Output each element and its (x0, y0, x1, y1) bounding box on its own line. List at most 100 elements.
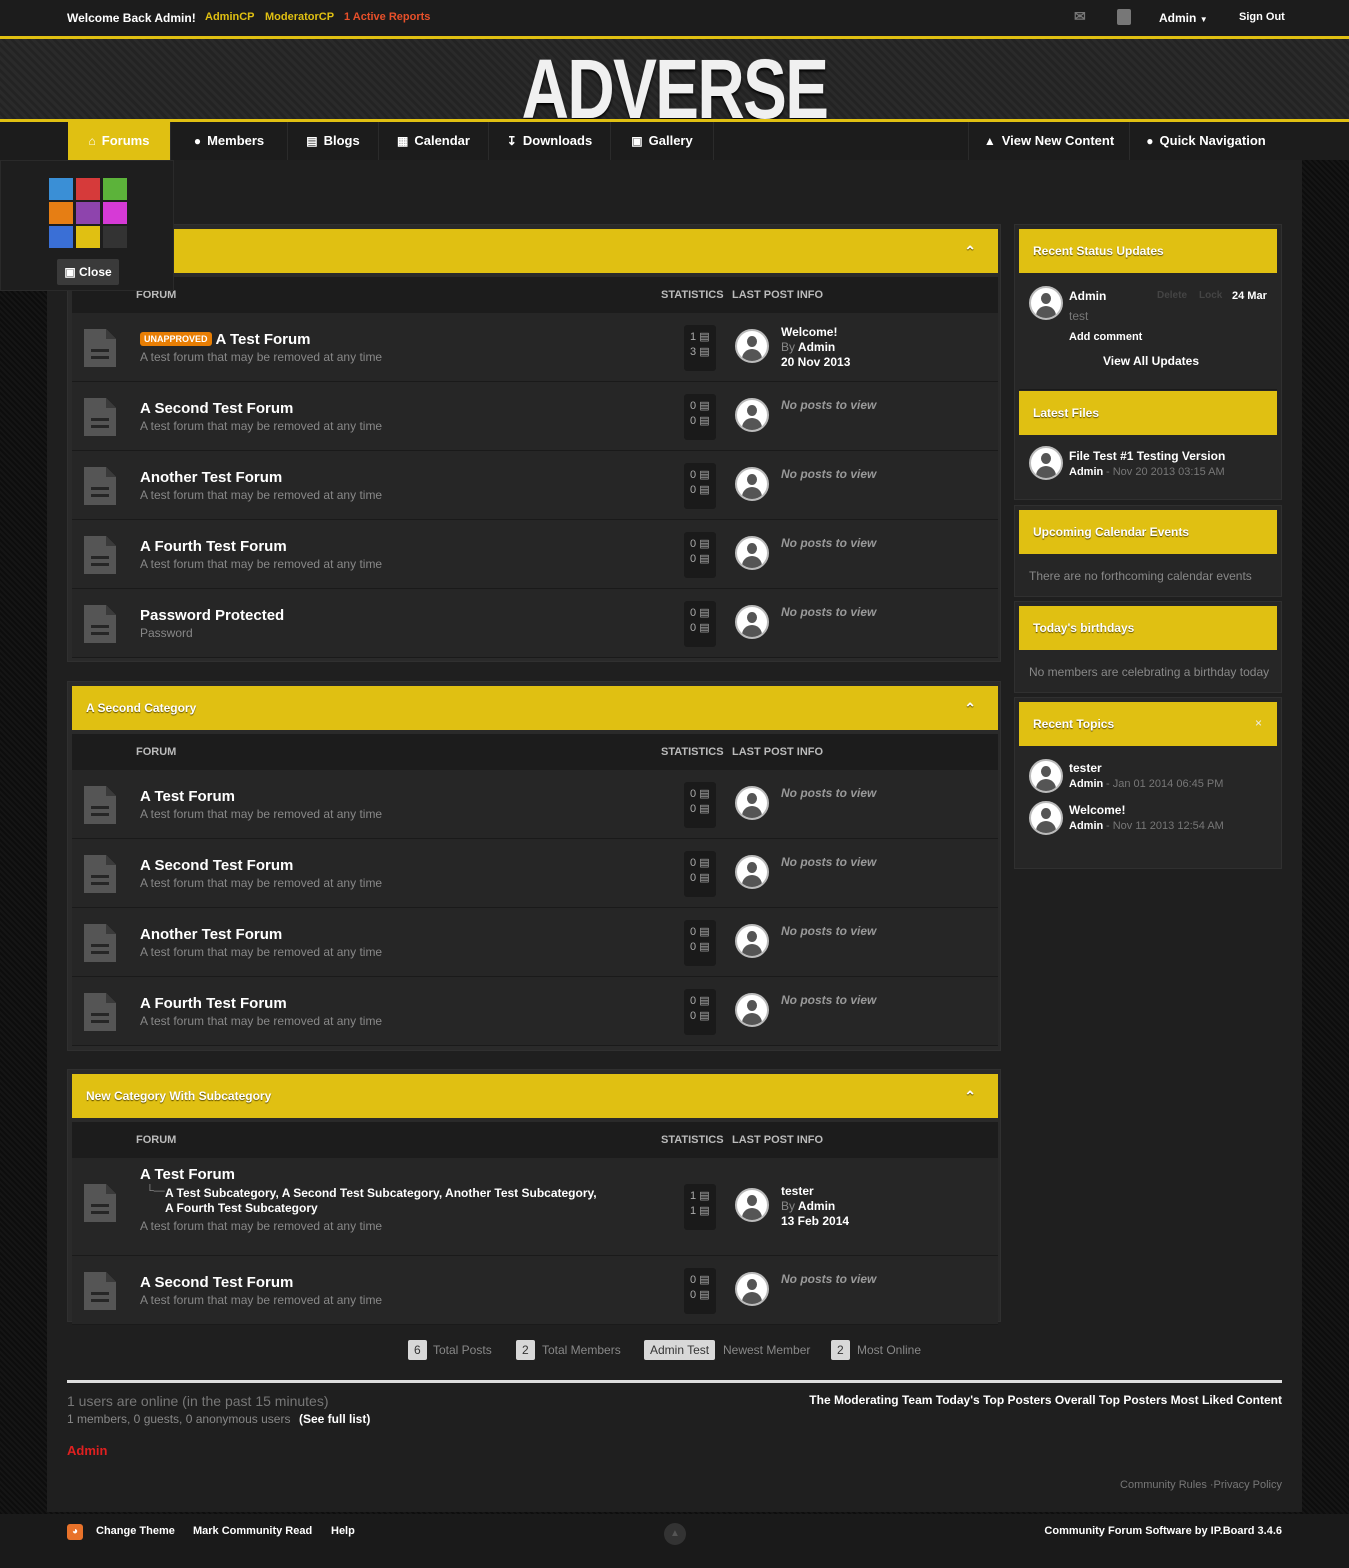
forum-row: UNAPPROVED A Test Forum A test forum that … (72, 313, 998, 382)
color-swatch[interactable] (76, 178, 100, 200)
rules-links[interactable]: Community Rules ·Privacy Policy (1120, 1479, 1282, 1491)
forum-title[interactable]: Another Test Forum (140, 926, 282, 943)
file-icon: ▤ (699, 788, 710, 800)
category-header[interactable]: ⌃ (72, 229, 998, 273)
reports-link[interactable]: 1 Active Reports (344, 11, 430, 23)
topic-user[interactable]: Admin (1069, 820, 1103, 832)
forum-title[interactable]: A Second Test Forum (140, 400, 293, 417)
forum-title[interactable]: UNAPPROVED A Test Forum (140, 331, 311, 348)
forum-title[interactable]: Another Test Forum (140, 469, 282, 486)
credit-text: Community Forum Software by IP.Board 3.4… (1044, 1525, 1282, 1537)
forum-title[interactable]: A Second Test Forum (140, 1274, 293, 1291)
panel-title: Recent Status Updates (1019, 229, 1277, 273)
nav-calendar[interactable]: ▦ Calendar (379, 122, 489, 160)
avatar[interactable] (1029, 286, 1063, 320)
see-full-list-link[interactable]: (See full list) (299, 1412, 370, 1426)
forum-title[interactable]: A Second Test Forum (140, 857, 293, 874)
nav-downloads[interactable]: ↧ Downloads (489, 122, 611, 160)
topics-count: 0 (690, 857, 697, 869)
subforum-links[interactable]: A Fourth Test Subcategory (165, 1201, 318, 1215)
map-marker-icon: ● (1146, 134, 1154, 148)
close-icon[interactable]: × (1255, 716, 1262, 730)
subforum-links[interactable]: A Test Subcategory, A Second Test Subcat… (165, 1186, 597, 1200)
add-comment-link[interactable]: Add comment (1069, 331, 1142, 343)
color-swatch[interactable] (103, 202, 127, 224)
last-post-info: tester By Admin 13 Feb 2014 (781, 1184, 849, 1229)
signout-link[interactable]: Sign Out (1239, 11, 1285, 23)
fire-icon: ▲ (983, 134, 996, 148)
nav-blogs[interactable]: ▤ Blogs (288, 122, 379, 160)
nav-gallery[interactable]: ▣ Gallery (611, 122, 714, 160)
avatar[interactable] (735, 993, 769, 1027)
avatar[interactable] (735, 605, 769, 639)
rss-icon[interactable]: ◕ (67, 1524, 83, 1540)
user-menu[interactable]: Admin ▼ (1159, 11, 1208, 25)
color-swatch[interactable] (49, 226, 73, 248)
forum-title[interactable]: A Fourth Test Forum (140, 538, 287, 555)
status-user[interactable]: Admin (1069, 289, 1106, 303)
notifications-icon[interactable] (1117, 9, 1131, 25)
chevron-up-icon[interactable]: ⌃ (964, 229, 976, 273)
avatar[interactable] (735, 536, 769, 570)
avatar[interactable] (1029, 446, 1063, 480)
forum-title[interactable]: A Fourth Test Forum (140, 995, 287, 1012)
nav-forums[interactable]: ⌂ Forums (68, 122, 171, 160)
view-all-updates-link[interactable]: View All Updates (1103, 354, 1199, 368)
category-header[interactable]: A Second Category ⌃ (72, 686, 998, 730)
color-swatch[interactable] (76, 226, 100, 248)
help-link[interactable]: Help (331, 1525, 355, 1537)
forum-description: Password (140, 626, 193, 640)
subforum-branch-icon: └— (146, 1185, 165, 1197)
change-theme-link[interactable]: Change Theme (96, 1525, 175, 1537)
admincp-link[interactable]: AdminCP (205, 11, 255, 23)
category-header[interactable]: New Category With Subcategory ⌃ (72, 1074, 998, 1118)
close-button[interactable]: ▣ Close (57, 259, 119, 285)
color-swatch[interactable] (76, 202, 100, 224)
forum-name: Password Protected (140, 607, 285, 624)
avatar[interactable] (735, 924, 769, 958)
color-swatch[interactable] (103, 226, 127, 248)
leader-links[interactable]: The Moderating Team Today's Top Posters … (809, 1393, 1282, 1407)
no-posts-text: No posts to view (781, 1272, 877, 1286)
avatar[interactable] (735, 1188, 769, 1222)
nav-quick-navigation[interactable]: ● Quick Navigation (1130, 122, 1282, 160)
lock-link[interactable]: Lock (1199, 290, 1222, 301)
nav-view-new-content[interactable]: ▲ View New Content (968, 122, 1130, 160)
forum-title[interactable]: Password Protected (140, 607, 284, 624)
avatar[interactable] (735, 398, 769, 432)
avatar[interactable] (735, 467, 769, 501)
last-post-user[interactable]: Admin (798, 1199, 835, 1213)
topic-title[interactable]: tester (1069, 761, 1102, 775)
forum-title[interactable]: A Test Forum (140, 788, 235, 805)
avatar[interactable] (735, 786, 769, 820)
top-bar: Welcome Back Admin! AdminCP ModeratorCP … (0, 0, 1349, 36)
chevron-up-icon[interactable]: ⌃ (964, 686, 976, 730)
avatar[interactable] (1029, 759, 1063, 793)
color-swatch[interactable] (49, 202, 73, 224)
forum-title[interactable]: A Test Forum (140, 1166, 235, 1183)
avatar[interactable] (735, 855, 769, 889)
color-swatch[interactable] (103, 178, 127, 200)
forum-stats: 0 ▤ 0 ▤ (684, 851, 716, 897)
messages-icon[interactable]: ✉ (1074, 8, 1092, 24)
file-icon: ▤ (699, 941, 710, 953)
chevron-up-icon[interactable]: ⌃ (964, 1074, 976, 1118)
file-user[interactable]: Admin (1069, 466, 1103, 478)
last-post-title[interactable]: Welcome! (781, 325, 837, 339)
online-user-link[interactable]: Admin (67, 1443, 107, 1458)
avatar[interactable] (1029, 801, 1063, 835)
last-post-user[interactable]: Admin (798, 340, 835, 354)
modcp-link[interactable]: ModeratorCP (265, 11, 334, 23)
mark-read-link[interactable]: Mark Community Read (193, 1525, 312, 1537)
topic-title[interactable]: Welcome! (1069, 803, 1125, 817)
newest-member-link[interactable]: Admin Test (644, 1340, 716, 1360)
last-post-title[interactable]: tester (781, 1184, 814, 1198)
delete-link[interactable]: Delete (1157, 290, 1187, 301)
file-title[interactable]: File Test #1 Testing Version (1069, 449, 1225, 463)
back-to-top-icon[interactable]: ▲ (664, 1523, 686, 1545)
avatar[interactable] (735, 329, 769, 363)
nav-members[interactable]: ● Members (171, 122, 288, 160)
color-swatch[interactable] (49, 178, 73, 200)
avatar[interactable] (735, 1272, 769, 1306)
topic-user[interactable]: Admin (1069, 778, 1103, 790)
